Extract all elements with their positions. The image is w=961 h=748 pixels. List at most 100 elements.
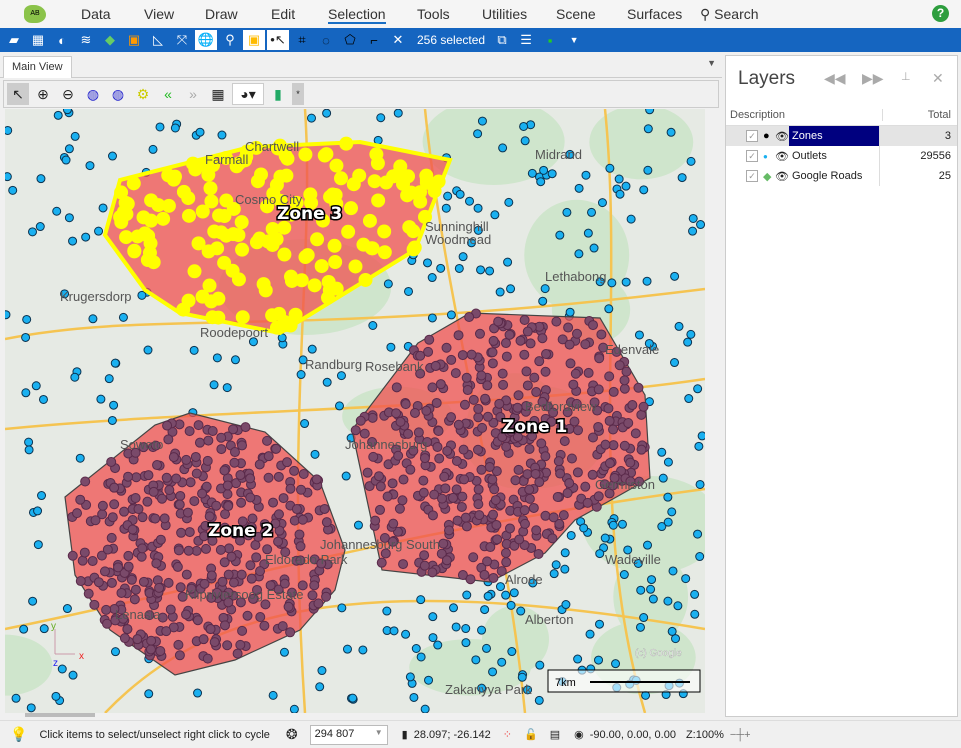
outlet-point[interactable] bbox=[488, 509, 499, 520]
outlet-point[interactable] bbox=[348, 259, 363, 274]
outlet-point[interactable] bbox=[311, 474, 322, 485]
outlet-point[interactable] bbox=[485, 542, 496, 553]
outlet-point[interactable] bbox=[480, 393, 491, 404]
outlet-point[interactable] bbox=[427, 184, 442, 199]
outlet-point[interactable] bbox=[137, 290, 147, 300]
outlet-point[interactable] bbox=[462, 385, 473, 396]
outlet-point[interactable] bbox=[451, 622, 461, 632]
layer-row-outlets[interactable]: ✓ ● 👁 Outlets 29556 bbox=[726, 146, 957, 166]
outlet-point[interactable] bbox=[517, 672, 527, 682]
outlet-point[interactable] bbox=[524, 493, 535, 504]
outlet-point[interactable] bbox=[26, 703, 36, 713]
outlet-point[interactable] bbox=[143, 345, 153, 355]
outlet-point[interactable] bbox=[473, 129, 483, 139]
outlet-point[interactable] bbox=[424, 675, 434, 685]
outlet-point[interactable] bbox=[461, 521, 472, 532]
outlet-point[interactable] bbox=[310, 232, 325, 247]
outlet-point[interactable] bbox=[223, 569, 234, 580]
globe-extent-icon[interactable]: ◍ bbox=[82, 83, 104, 105]
outlet-point[interactable] bbox=[501, 351, 512, 362]
outlet-point[interactable] bbox=[283, 269, 298, 284]
outlet-point[interactable] bbox=[441, 203, 451, 213]
outlet-point[interactable] bbox=[235, 242, 250, 257]
outlet-point[interactable] bbox=[168, 452, 179, 463]
outlet-point[interactable] bbox=[317, 666, 327, 676]
outlet-point[interactable] bbox=[211, 500, 222, 511]
outlet-point[interactable] bbox=[164, 485, 175, 496]
deselect-rectangle-icon[interactable]: ⌐ bbox=[363, 30, 385, 50]
outlet-point[interactable] bbox=[419, 168, 434, 183]
outlet-point[interactable] bbox=[513, 464, 524, 475]
outlet-point[interactable] bbox=[639, 613, 649, 623]
outlet-point[interactable] bbox=[53, 110, 63, 120]
outlet-point[interactable] bbox=[88, 314, 98, 324]
outlet-point[interactable] bbox=[391, 166, 406, 181]
outlet-point[interactable] bbox=[668, 566, 678, 576]
outlet-point[interactable] bbox=[535, 660, 545, 670]
outlet-point[interactable] bbox=[265, 237, 280, 252]
outlet-point[interactable] bbox=[204, 511, 215, 522]
outlet-point[interactable] bbox=[437, 493, 448, 504]
outlet-point[interactable] bbox=[519, 349, 530, 360]
outlet-point[interactable] bbox=[38, 394, 48, 404]
outlet-point[interactable] bbox=[406, 242, 421, 257]
outlet-point[interactable] bbox=[387, 478, 398, 489]
outlet-point[interactable] bbox=[119, 207, 134, 222]
outlet-point[interactable] bbox=[504, 523, 515, 534]
outlet-point[interactable] bbox=[219, 465, 230, 476]
outlet-point[interactable] bbox=[268, 497, 279, 508]
outlet-point[interactable] bbox=[109, 482, 120, 493]
unlock-icon[interactable]: 🔓 bbox=[524, 728, 538, 741]
outlet-point[interactable] bbox=[377, 224, 392, 239]
outlet-point[interactable] bbox=[181, 293, 196, 308]
outlet-point[interactable] bbox=[87, 556, 98, 567]
outlet-point[interactable] bbox=[113, 562, 124, 573]
outlet-point[interactable] bbox=[329, 158, 344, 173]
measure-icon[interactable]: ◺ bbox=[147, 30, 169, 50]
outlet-point[interactable] bbox=[693, 529, 703, 539]
outlet-point[interactable] bbox=[533, 549, 544, 560]
zoom-in-icon[interactable]: ⊕ bbox=[32, 83, 54, 105]
outlet-point[interactable] bbox=[277, 333, 287, 343]
outlet-point[interactable] bbox=[327, 238, 342, 253]
outlet-point[interactable] bbox=[513, 390, 524, 401]
outlet-point[interactable] bbox=[489, 484, 500, 495]
outlet-point[interactable] bbox=[459, 474, 470, 485]
outlet-point[interactable] bbox=[371, 193, 386, 208]
layers-icon[interactable]: ≋ bbox=[75, 30, 97, 50]
outlet-point[interactable] bbox=[375, 481, 386, 492]
outlet-point[interactable] bbox=[251, 552, 262, 563]
outlet-point[interactable] bbox=[80, 476, 91, 487]
outlet-point[interactable] bbox=[510, 475, 521, 486]
outlet-point[interactable] bbox=[127, 524, 138, 535]
outlet-point[interactable] bbox=[670, 358, 680, 368]
toolbar-dropdown-icon[interactable]: ▼ bbox=[563, 30, 585, 50]
outlet-point[interactable] bbox=[374, 504, 385, 515]
outlet-point[interactable] bbox=[427, 313, 437, 323]
outlet-point[interactable] bbox=[254, 459, 265, 470]
settings-gear-icon[interactable]: ⚙ bbox=[132, 83, 154, 105]
outlet-point[interactable] bbox=[235, 310, 250, 325]
outlet-point[interactable] bbox=[181, 454, 192, 465]
outlet-point[interactable] bbox=[456, 501, 467, 512]
outlet-point[interactable] bbox=[388, 518, 399, 529]
outlet-point[interactable] bbox=[263, 472, 274, 483]
outlet-point[interactable] bbox=[597, 198, 607, 208]
outlet-point[interactable] bbox=[696, 220, 705, 230]
outlet-point[interactable] bbox=[242, 610, 253, 621]
outlet-point[interactable] bbox=[263, 451, 274, 462]
outlet-point[interactable] bbox=[663, 596, 673, 606]
outlet-point[interactable] bbox=[367, 412, 378, 423]
outlet-point[interactable] bbox=[615, 189, 625, 199]
outlet-point[interactable] bbox=[600, 533, 610, 543]
outlet-point[interactable] bbox=[203, 435, 214, 446]
outlet-point[interactable] bbox=[619, 375, 630, 386]
outlet-point[interactable] bbox=[22, 314, 32, 324]
outlet-point[interactable] bbox=[436, 263, 446, 273]
outlet-point[interactable] bbox=[625, 457, 636, 468]
outlet-point[interactable] bbox=[273, 471, 284, 482]
outlet-point[interactable] bbox=[185, 477, 196, 488]
outlet-point[interactable] bbox=[555, 468, 566, 479]
outlet-point[interactable] bbox=[465, 574, 476, 585]
select-polygon-icon[interactable]: ⬠ bbox=[339, 30, 361, 50]
